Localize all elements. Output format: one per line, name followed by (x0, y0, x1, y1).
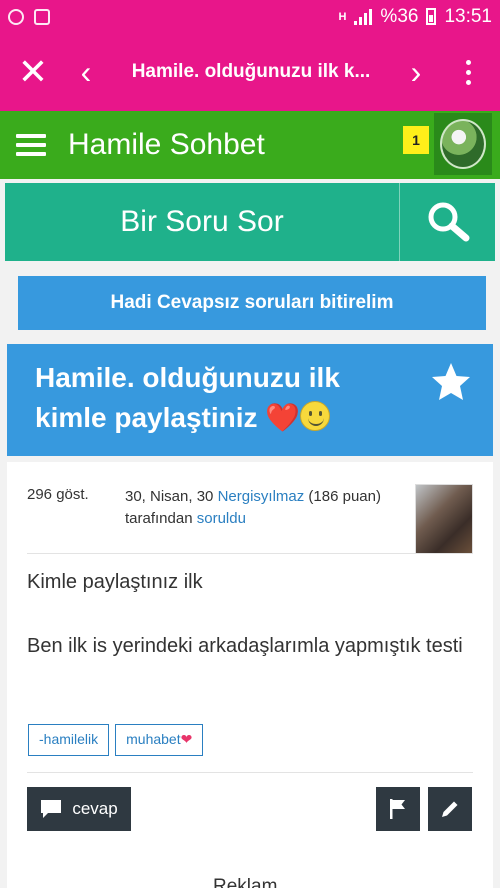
author-avatar[interactable] (415, 484, 473, 554)
ask-question-button[interactable]: Bir Soru Sor (5, 183, 399, 261)
pencil-icon (442, 801, 458, 817)
question-body: Kimle paylaştınız ilk Ben ilk is yerinde… (27, 566, 467, 694)
smile-emoji (300, 401, 331, 431)
unanswered-questions-button[interactable]: Hadi Cevapsız soruları bitirelim (18, 276, 486, 330)
body-paragraph: Kimle paylaştınız ilk (27, 571, 203, 593)
favorite-star-icon[interactable] (429, 360, 473, 404)
battery-percent: %36 (380, 5, 419, 27)
search-icon (428, 202, 469, 242)
by-text: tarafından (125, 510, 193, 527)
heart-emoji: ❤ (180, 731, 193, 747)
network-type: H (338, 10, 347, 23)
close-icon[interactable]: ✕ (0, 51, 66, 93)
asked-info: 30, Nisan, 30 Nergisyılmaz (186 puan) ta… (125, 486, 425, 530)
hamburger-menu-icon[interactable] (16, 129, 46, 161)
author-points: (186 puan) (308, 488, 381, 505)
question-header: Hamile. olduğunuzu ilk kimle paylaştiniz… (7, 344, 493, 456)
signal-icon (354, 8, 373, 25)
question-title: Hamile. olduğunuzu ilk kimle paylaştiniz… (35, 362, 340, 433)
battery-icon (426, 8, 437, 25)
ask-bar: Bir Soru Sor (5, 183, 495, 261)
flag-button[interactable] (376, 787, 420, 831)
heart-emoji: ❤️ (265, 402, 301, 433)
comment-icon (41, 800, 62, 818)
chevron-right-icon[interactable]: › (396, 54, 436, 91)
user-avatar[interactable] (434, 113, 492, 175)
notification-icon (8, 8, 24, 25)
browser-title: Hamile. olduğunuzu ilk k... (131, 61, 371, 82)
tag-muhabet[interactable]: muhabet❤ (115, 724, 204, 756)
answer-button[interactable]: cevap (27, 787, 131, 831)
image-icon (34, 8, 50, 25)
more-vert-icon[interactable] (436, 59, 500, 85)
site-header: Hamile Sohbet 1 (0, 111, 500, 179)
edit-button[interactable] (428, 787, 472, 831)
search-button[interactable] (399, 183, 495, 261)
tag-list: -hamilelik muhabet❤ (28, 724, 204, 756)
tag-hamilelik[interactable]: -hamilelik (28, 724, 110, 756)
notification-badge[interactable]: 1 (403, 126, 429, 154)
body-paragraph: Ben ilk is yerindeki arkadaşlarımla yapm… (27, 635, 463, 657)
divider (27, 772, 473, 773)
author-link[interactable]: Nergisyılmaz (218, 488, 305, 505)
site-title[interactable]: Hamile Sohbet (68, 128, 265, 162)
chevron-left-icon[interactable]: ‹ (66, 54, 106, 91)
status-bar: H %36 13:51 (0, 0, 500, 33)
browser-toolbar: ✕ ‹ Hamile. olduğunuzu ilk k... › (0, 33, 500, 111)
divider (27, 553, 473, 554)
flag-icon (390, 799, 405, 819)
asked-link[interactable]: soruldu (197, 510, 246, 527)
clock: 13:51 (444, 5, 492, 27)
question-card: 296 göst. 30, Nisan, 30 Nergisyılmaz (18… (7, 462, 493, 888)
asked-date: 30, Nisan, 30 (125, 488, 214, 505)
ad-label: Reklam (213, 876, 278, 888)
view-count: 296 göst. (27, 486, 89, 503)
